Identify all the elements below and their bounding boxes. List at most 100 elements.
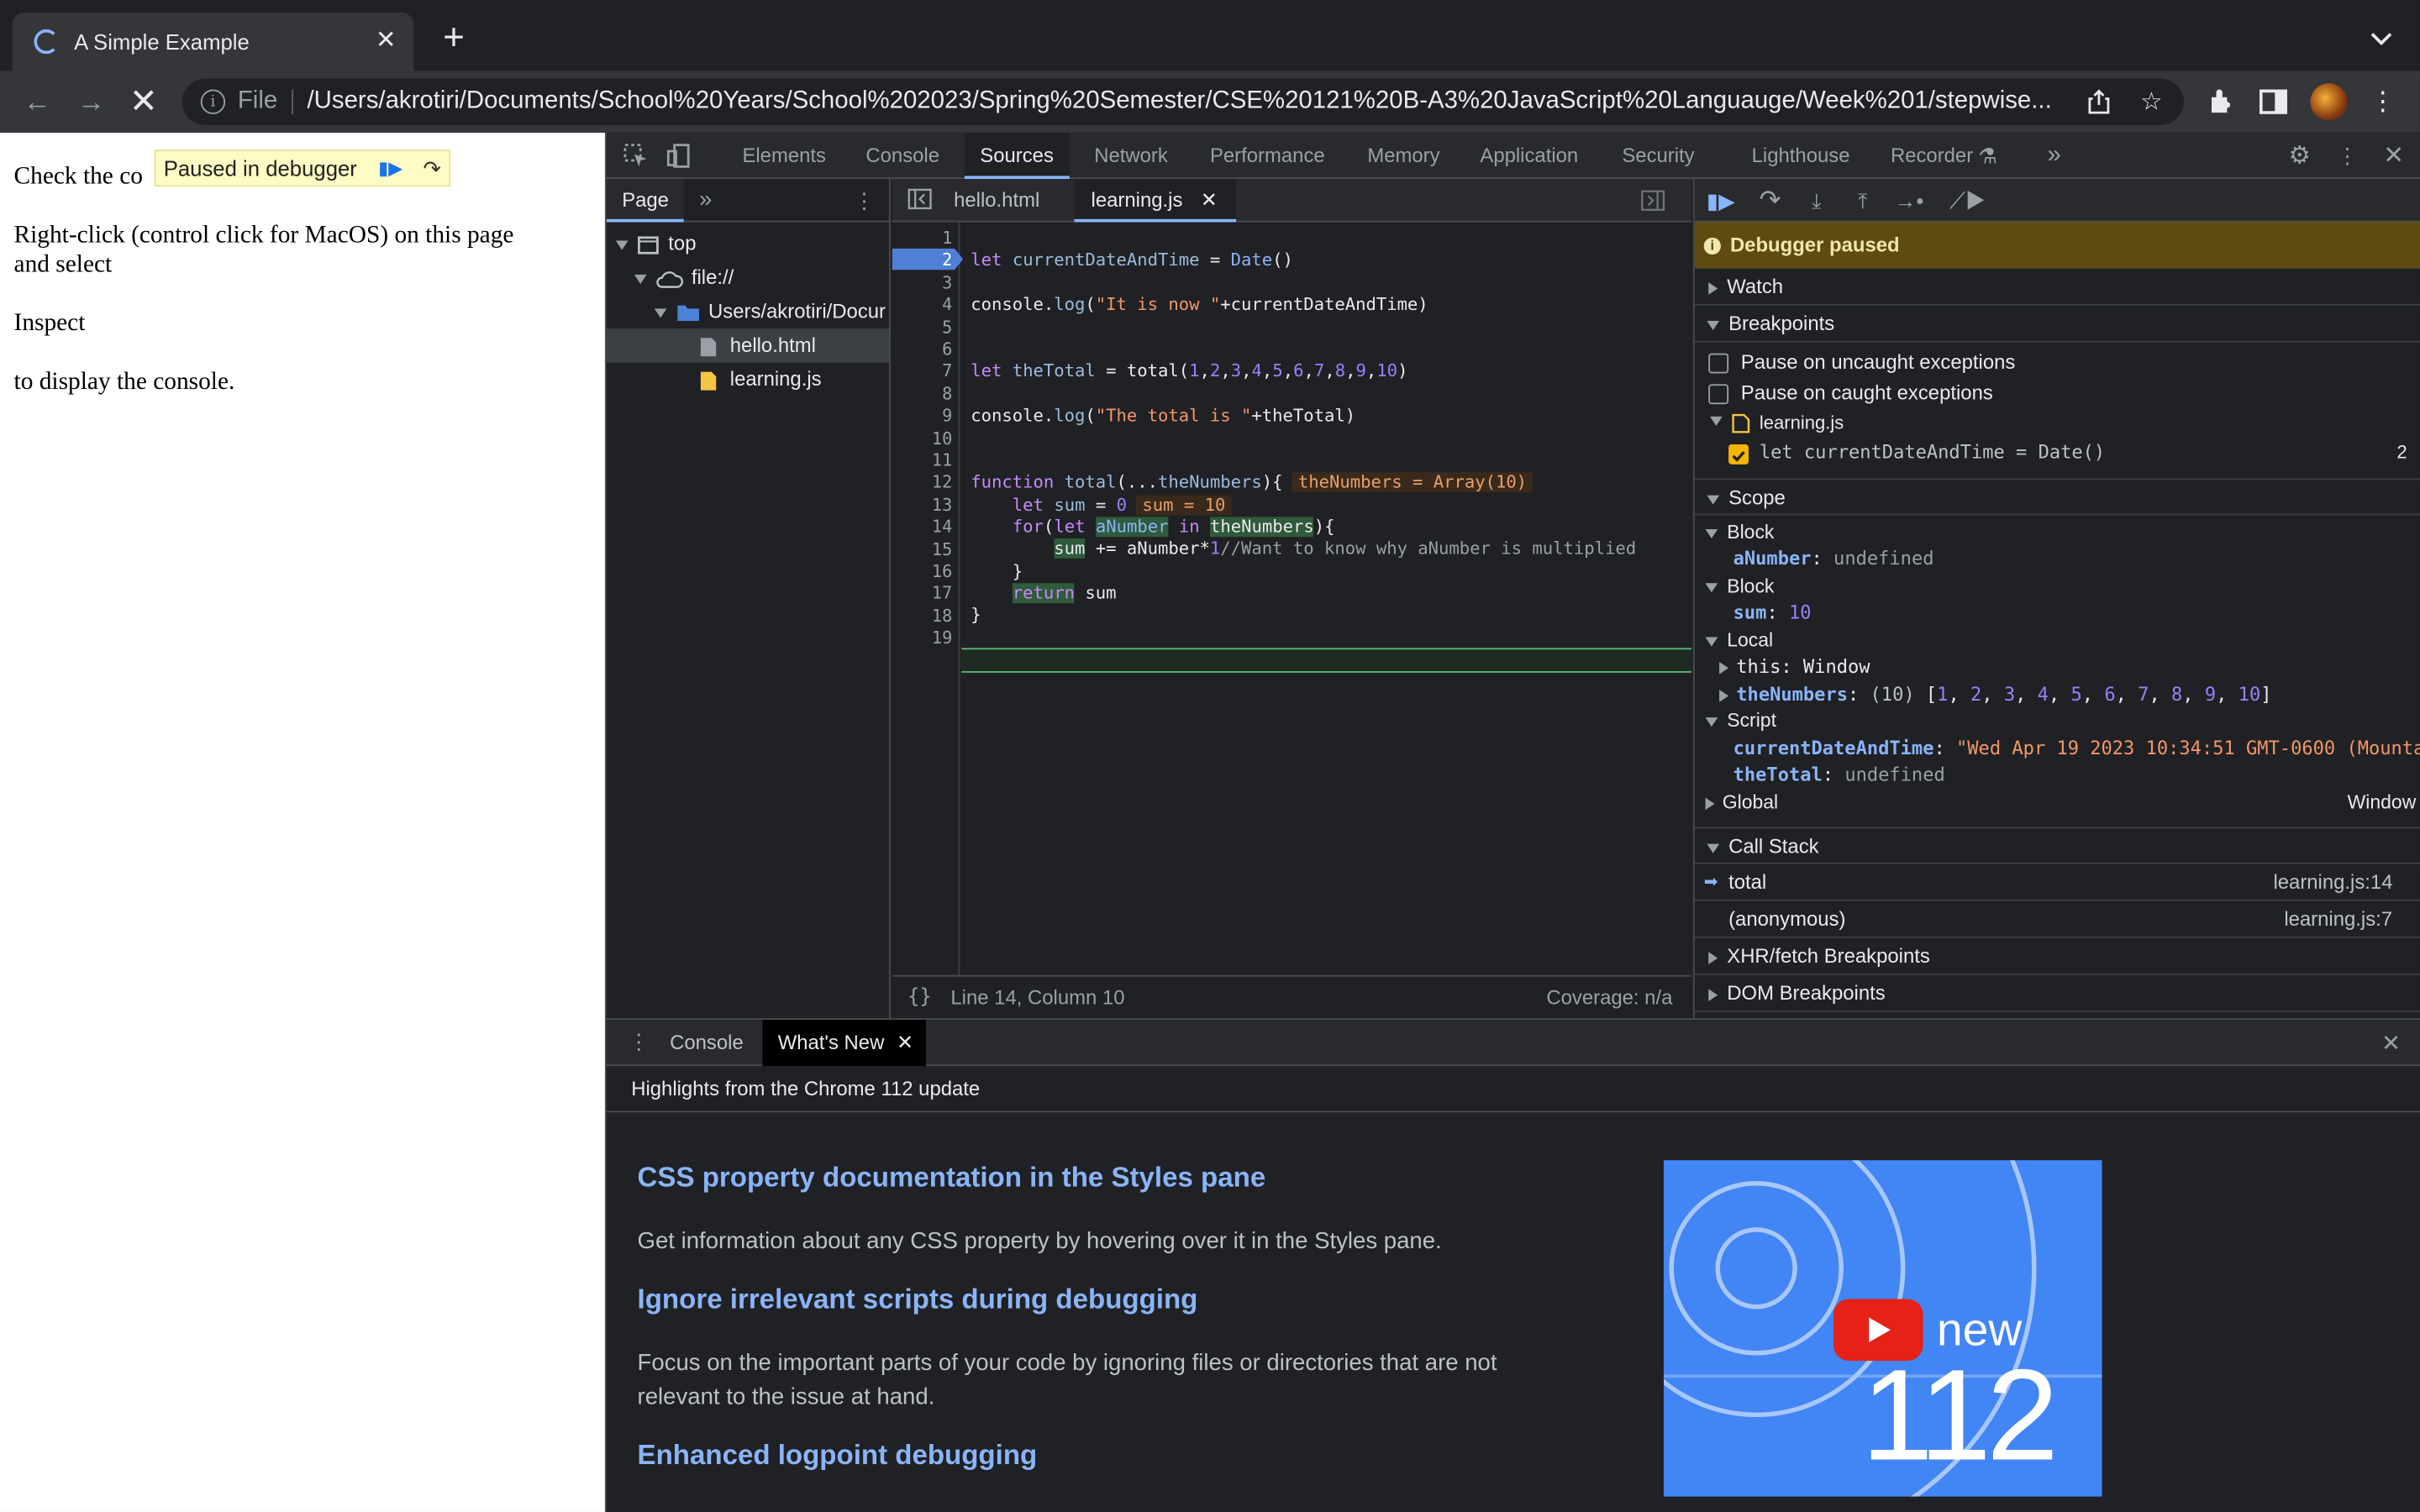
new-tab-button[interactable]: + xyxy=(437,19,471,56)
navigator-more-chevron-icon[interactable]: » xyxy=(699,186,712,213)
line-number[interactable]: 5 xyxy=(891,318,952,339)
browser-menu-icon[interactable]: ⋮ xyxy=(2366,85,2400,118)
tree-item-learning-js[interactable]: learning.js xyxy=(699,363,822,396)
pretty-print-button[interactable]: {} xyxy=(908,977,932,1019)
bp-file-expand-icon[interactable] xyxy=(1710,416,1723,426)
scope-local[interactable]: Local xyxy=(1705,628,1773,655)
section-scope[interactable]: Scope xyxy=(1694,478,2420,516)
tab-network[interactable]: Network xyxy=(1094,133,1168,179)
line-number[interactable]: 14 xyxy=(891,517,952,539)
line-number[interactable]: 9 xyxy=(891,406,952,428)
whats-new-item-1-title[interactable]: CSS property documentation in the Styles… xyxy=(638,1162,1266,1194)
line-number[interactable]: 2 xyxy=(891,250,952,272)
step-over-icon[interactable]: ↷ xyxy=(1753,185,1786,216)
extensions-puzzle-icon[interactable] xyxy=(2204,85,2238,118)
tree-item-file[interactable]: file:// xyxy=(634,260,734,294)
deactivate-breakpoints-icon[interactable]: ⟋▶ xyxy=(1949,185,1986,216)
line-number[interactable]: 18 xyxy=(891,606,952,627)
tab-sources[interactable]: Sources xyxy=(964,132,1070,180)
line-number[interactable]: 13 xyxy=(891,495,952,517)
step-icon[interactable]: →• xyxy=(1892,185,1926,216)
forward-arrow-icon[interactable]: → xyxy=(72,83,109,120)
toggle-navigator-icon[interactable] xyxy=(908,188,932,214)
scope-block-2[interactable]: Block xyxy=(1705,574,1774,601)
side-panel-icon[interactable] xyxy=(2256,85,2290,118)
line-number[interactable]: 3 xyxy=(891,273,952,295)
drawer-tab-console[interactable]: Console xyxy=(670,1020,744,1066)
tab-recorder[interactable]: Recorder xyxy=(1891,133,1973,179)
scope-thenumbers[interactable]: theNumbers: (10) [1, 2, 3, 4, 5, 6, 7, 8… xyxy=(1719,682,2272,709)
step-over-icon[interactable]: ↷ xyxy=(415,153,449,184)
close-drawer-icon[interactable]: ✕ xyxy=(2381,1029,2401,1057)
profile-avatar[interactable] xyxy=(2310,83,2348,121)
tab-security[interactable]: Security xyxy=(1622,133,1694,179)
tab-application[interactable]: Application xyxy=(1480,133,1578,179)
section-watch[interactable]: Watch xyxy=(1694,269,2420,306)
coverage-status[interactable]: Coverage: n/a xyxy=(1546,977,1672,1019)
line-number[interactable]: 16 xyxy=(891,562,952,584)
whats-new-video-thumbnail[interactable]: new 112 xyxy=(1663,1160,2102,1497)
more-tabs-chevron-icon[interactable]: » xyxy=(2039,140,2070,171)
drawer-tab-close-icon[interactable]: ✕ xyxy=(897,1031,913,1054)
tab-search-chevron-icon[interactable] xyxy=(2365,22,2398,55)
browser-tab[interactable]: A Simple Example ✕ xyxy=(12,12,414,71)
line-number[interactable]: 7 xyxy=(891,362,952,384)
bookmark-star-icon[interactable]: ☆ xyxy=(2136,87,2167,118)
resume-icon[interactable]: ▮▶ xyxy=(373,153,407,184)
step-into-icon[interactable]: ⤓ xyxy=(1800,185,1833,216)
stop-loading-icon[interactable]: ✕ xyxy=(125,81,162,120)
navigator-tab-page[interactable]: Page xyxy=(606,179,685,223)
pause-caught-checkbox[interactable] xyxy=(1708,384,1729,405)
section-breakpoints[interactable]: Breakpoints xyxy=(1694,306,2420,343)
breakpoint-enabled-checkbox[interactable] xyxy=(1728,444,1749,465)
section-dom-breakpoints[interactable]: DOM Breakpoints xyxy=(1694,975,2420,1012)
tab-console[interactable]: Console xyxy=(865,133,939,179)
whats-new-item-2-title[interactable]: Ignore irrelevant scripts during debuggi… xyxy=(638,1284,1198,1316)
section-xhr-breakpoints[interactable]: XHR/fetch Breakpoints xyxy=(1694,938,2420,975)
devtools-menu-icon[interactable]: ⋮ xyxy=(2332,140,2363,171)
scope-block-1[interactable]: Block xyxy=(1705,520,1774,547)
tab-elements[interactable]: Elements xyxy=(742,133,826,179)
line-number[interactable]: 19 xyxy=(891,628,952,650)
site-info-icon[interactable]: i xyxy=(200,89,226,114)
line-number[interactable]: 1 xyxy=(891,228,952,250)
resume-execution-icon[interactable]: ▮▶ xyxy=(1704,185,1738,216)
drawer-tab-whats-new[interactable]: What's New ✕ xyxy=(762,1020,926,1067)
tab-memory[interactable]: Memory xyxy=(1367,133,1439,179)
pause-uncaught-checkbox[interactable] xyxy=(1708,353,1729,374)
line-number[interactable]: 12 xyxy=(891,473,952,495)
editor-tab-hello-html[interactable]: hello.html xyxy=(954,179,1039,222)
tree-item-top[interactable]: top xyxy=(615,227,696,260)
close-devtools-icon[interactable]: ✕ xyxy=(2378,140,2409,171)
line-number[interactable]: 8 xyxy=(891,384,952,406)
step-out-icon[interactable]: ⤒ xyxy=(1846,185,1880,216)
toggle-debugger-sidebar-icon[interactable] xyxy=(1640,190,1665,216)
call-frame-anonymous[interactable]: (anonymous) learning.js:7 xyxy=(1694,901,2420,938)
address-bar[interactable]: i File /Users/akrotiri/Documents/School%… xyxy=(182,78,2184,125)
drawer-menu-icon[interactable]: ⋮ xyxy=(629,1029,650,1055)
line-number[interactable]: 11 xyxy=(891,450,952,472)
whats-new-item-3-title[interactable]: Enhanced logpoint debugging xyxy=(638,1440,1038,1473)
call-frame-total[interactable]: ➡ total learning.js:14 xyxy=(1694,864,2420,901)
share-icon[interactable] xyxy=(2084,87,2115,118)
device-toolbar-icon[interactable] xyxy=(664,140,695,171)
scope-this[interactable]: this: Window xyxy=(1719,654,1870,681)
tree-item-folder[interactable]: Users/akrotiri/Docur xyxy=(654,295,886,328)
line-number[interactable]: 15 xyxy=(891,539,952,561)
back-arrow-icon[interactable]: ← xyxy=(18,83,55,120)
scope-script[interactable]: Script xyxy=(1705,708,1776,735)
line-number[interactable]: 17 xyxy=(891,584,952,606)
line-number[interactable]: 4 xyxy=(891,295,952,317)
inspect-element-icon[interactable] xyxy=(620,140,651,171)
url-text[interactable]: /Users/akrotiri/Documents/School%20Years… xyxy=(308,88,2082,116)
scope-global[interactable]: Global xyxy=(1705,790,1778,816)
tree-item-hello-html[interactable]: hello.html xyxy=(606,328,889,363)
line-number[interactable]: 6 xyxy=(891,339,952,361)
line-number[interactable]: 10 xyxy=(891,428,952,450)
section-call-stack[interactable]: Call Stack xyxy=(1694,827,2420,864)
tab-performance[interactable]: Performance xyxy=(1210,133,1325,179)
editor-tab-close-icon[interactable]: ✕ xyxy=(1201,188,1218,212)
line-number-gutter[interactable]: 1 2 3 4 5 6 7 8 9 10 11 12 13 14 15 16 17 18 19 xyxy=(891,222,960,975)
editor-tab-learning-js[interactable]: learning.js ✕ xyxy=(1074,179,1236,223)
tab-close-icon[interactable]: ✕ xyxy=(371,24,402,55)
